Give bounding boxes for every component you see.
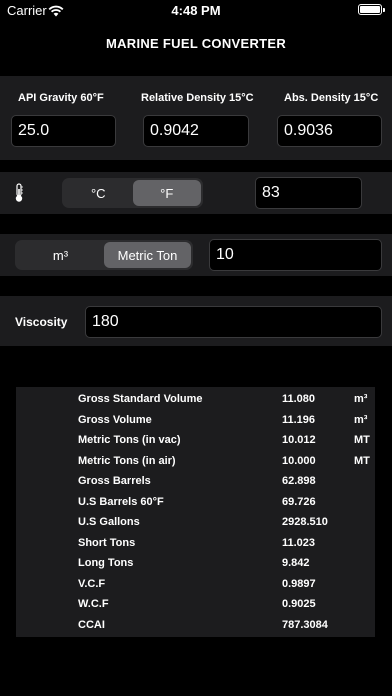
result-name: Long Tons — [78, 557, 134, 569]
temperature-input[interactable]: 83 — [255, 177, 362, 209]
result-row: V.C.F 0.9897 — [16, 578, 375, 596]
abs-density-label: Abs. Density 15°C — [284, 92, 379, 104]
relative-density-input[interactable]: 0.9042 — [143, 115, 249, 147]
result-value: 11.080 — [282, 393, 316, 405]
result-unit: m³ — [354, 393, 368, 405]
battery-icon — [358, 4, 385, 15]
result-value: 10.000 — [282, 455, 316, 467]
result-unit: MT — [354, 455, 370, 467]
viscosity-label: Viscosity — [15, 315, 68, 329]
result-name: Gross Barrels — [78, 475, 151, 487]
result-value: 10.012 — [282, 434, 316, 446]
result-row: Gross Barrels 62.898 — [16, 475, 375, 493]
result-row: W.C.F 0.9025 — [16, 598, 375, 616]
celsius-option[interactable]: °C — [64, 180, 133, 206]
result-row: Gross Standard Volume 11.080 m³ — [16, 393, 375, 411]
result-value: 9.842 — [282, 557, 310, 569]
result-unit: m³ — [354, 414, 368, 426]
result-value: 62.898 — [282, 475, 316, 487]
viscosity-input[interactable]: 180 — [85, 306, 382, 338]
result-value: 11.196 — [282, 414, 316, 426]
fahrenheit-option[interactable]: °F — [132, 180, 201, 206]
quantity-unit-segmented-control: m³ Metric Ton — [15, 240, 193, 270]
relative-density-label: Relative Density 15°C — [141, 92, 254, 104]
cubic-meter-option[interactable]: m³ — [17, 242, 104, 268]
result-name: U.S Gallons — [78, 516, 140, 528]
result-row: Metric Tons (in vac) 10.012 MT — [16, 434, 375, 452]
result-name: CCAI — [78, 619, 105, 631]
result-unit: MT — [354, 434, 370, 446]
page-title: MARINE FUEL CONVERTER — [105, 36, 287, 51]
result-value: 0.9897 — [282, 578, 316, 590]
result-row: Metric Tons (in air) 10.000 MT — [16, 455, 375, 473]
metric-ton-option[interactable]: Metric Ton — [104, 242, 191, 268]
result-name: Metric Tons (in air) — [78, 455, 176, 467]
thermometer-icon — [14, 183, 24, 208]
density-panel: API Gravity 60°F Relative Density 15°C A… — [0, 76, 392, 160]
result-value: 2928.510 — [282, 516, 328, 528]
result-row: Long Tons 9.842 — [16, 557, 375, 575]
result-name: V.C.F — [78, 578, 106, 590]
quantity-panel: m³ Metric Ton 10 — [0, 234, 392, 276]
results-table: Gross Standard Volume 11.080 m³ Gross Vo… — [16, 387, 375, 637]
temperature-panel: °C °F 83 — [0, 172, 392, 214]
result-value: 787.3084 — [282, 619, 328, 631]
result-name: Gross Volume — [78, 414, 152, 426]
result-row: Gross Volume 11.196 m³ — [16, 414, 375, 432]
viscosity-panel: Viscosity 180 — [0, 296, 392, 346]
result-value: 69.726 — [282, 496, 316, 508]
result-value: 11.023 — [282, 537, 316, 549]
status-bar: Carrier 4:48 PM — [0, 0, 392, 22]
result-row: Short Tons 11.023 — [16, 537, 375, 555]
api-gravity-input[interactable]: 25.0 — [11, 115, 116, 147]
api-gravity-label: API Gravity 60°F — [18, 92, 104, 104]
quantity-input[interactable]: 10 — [209, 239, 382, 271]
result-row: U.S Gallons 2928.510 — [16, 516, 375, 534]
result-name: W.C.F — [78, 598, 109, 610]
result-name: Short Tons — [78, 537, 136, 549]
status-time: 4:48 PM — [171, 3, 221, 18]
result-row: U.S Barrels 60°F 69.726 — [16, 496, 375, 514]
result-name: U.S Barrels 60°F — [78, 496, 164, 508]
result-value: 0.9025 — [282, 598, 316, 610]
abs-density-input[interactable]: 0.9036 — [277, 115, 382, 147]
result-row: CCAI 787.3084 — [16, 619, 375, 637]
result-name: Metric Tons (in vac) — [78, 434, 181, 446]
result-name: Gross Standard Volume — [78, 393, 203, 405]
temperature-unit-segmented-control: °C °F — [62, 178, 203, 208]
